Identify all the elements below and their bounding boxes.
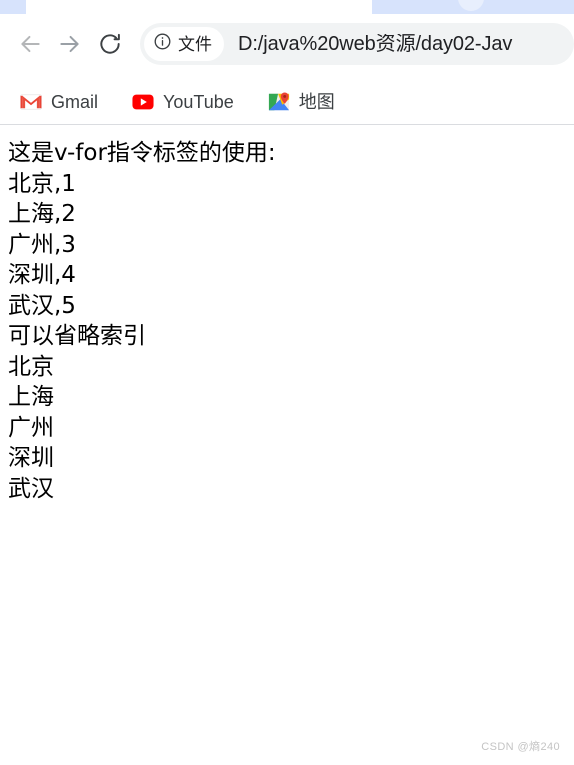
page-line: 广州 bbox=[8, 414, 54, 441]
page-line: 武汉 bbox=[8, 475, 54, 502]
site-info-chip[interactable]: 文件 bbox=[144, 27, 224, 61]
bookmark-gmail[interactable]: Gmail bbox=[16, 88, 102, 116]
tab-strip bbox=[0, 0, 574, 14]
bookmark-label-maps: 地图 bbox=[298, 92, 335, 112]
browser-tab-1[interactable] bbox=[0, 0, 26, 14]
reload-button[interactable] bbox=[90, 24, 130, 64]
bookmark-maps[interactable]: 地图 bbox=[264, 88, 339, 116]
site-chip-label: 文件 bbox=[178, 34, 212, 54]
gmail-icon bbox=[20, 91, 42, 113]
address-bar[interactable]: 文件 D:/java%20web资源/day02-Jav bbox=[140, 23, 574, 65]
reload-icon bbox=[97, 31, 123, 57]
page-content: 这是v-for指令标签的使用: 北京,1 上海,2 广州,3 深圳,4 武汉,5… bbox=[0, 125, 574, 765]
browser-window: 文件 D:/java%20web资源/day02-Jav Gmail YouTu… bbox=[0, 0, 574, 765]
watermark: CSDN @熵240 bbox=[481, 741, 560, 753]
bookmark-youtube[interactable]: YouTube bbox=[128, 88, 238, 116]
bookmark-label-gmail: Gmail bbox=[51, 92, 99, 112]
page-line: 可以省略索引 bbox=[8, 323, 146, 349]
youtube-icon bbox=[132, 91, 154, 113]
info-circle-icon bbox=[153, 32, 172, 56]
page-line: 深圳 bbox=[8, 445, 54, 471]
bookmarks-bar: Gmail YouTube 地图 bbox=[0, 80, 574, 124]
page-line: 上海 bbox=[8, 384, 54, 410]
forward-button[interactable] bbox=[50, 24, 90, 64]
page-line: 这是v-for指令标签的使用: bbox=[8, 140, 276, 166]
url-text[interactable]: D:/java%20web资源/day02-Jav bbox=[238, 34, 570, 54]
arrow-left-icon bbox=[17, 31, 43, 57]
google-maps-icon bbox=[268, 91, 290, 113]
arrow-right-icon bbox=[57, 31, 83, 57]
page-line: 广州,3 bbox=[8, 231, 76, 258]
back-button[interactable] bbox=[10, 24, 50, 64]
page-line: 武汉,5 bbox=[8, 292, 76, 319]
page-line: 深圳,4 bbox=[8, 262, 76, 288]
page-line: 北京 bbox=[8, 353, 54, 380]
page-line: 北京,1 bbox=[8, 170, 76, 197]
bookmark-label-youtube: YouTube bbox=[163, 92, 234, 112]
browser-toolbar: 文件 D:/java%20web资源/day02-Jav bbox=[0, 14, 574, 74]
page-line: 上海,2 bbox=[8, 201, 76, 227]
